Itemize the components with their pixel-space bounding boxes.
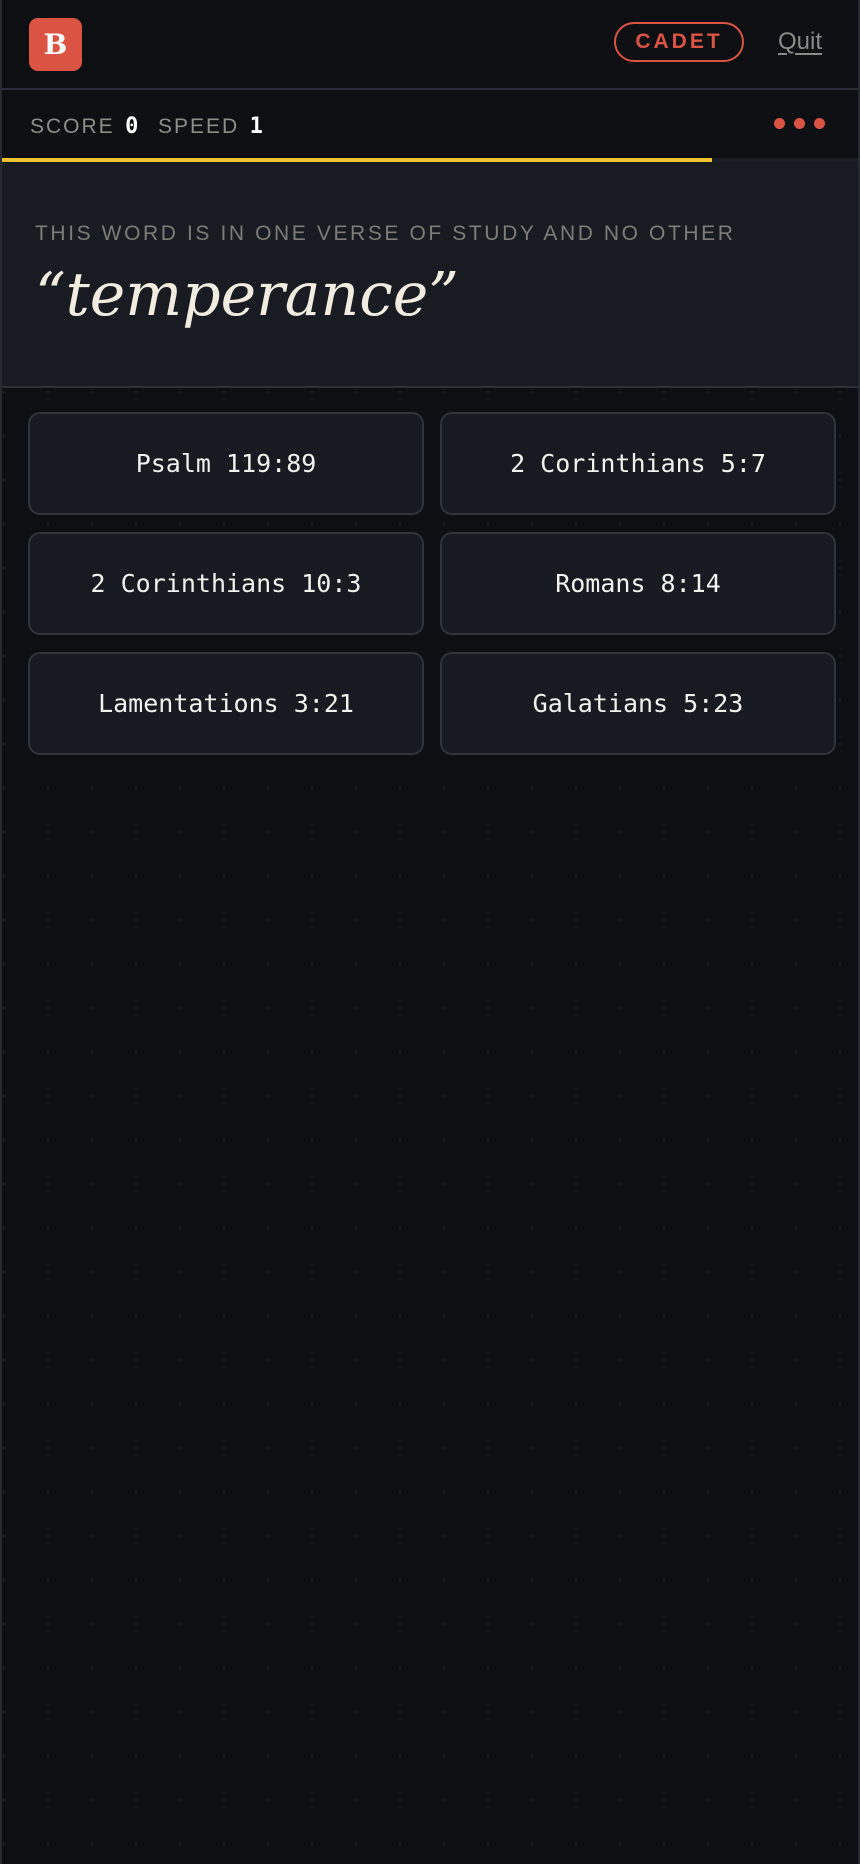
top-bar: B CADET Quit bbox=[2, 0, 858, 90]
score-display: SCORE 0 bbox=[30, 114, 138, 142]
life-dot bbox=[774, 118, 785, 129]
prompt-panel: THIS WORD IS IN ONE VERSE OF STUDY AND N… bbox=[2, 162, 858, 388]
answer-button[interactable]: 2 Corinthians 5:7 bbox=[440, 412, 836, 515]
answer-button[interactable]: 2 Corinthians 10:3 bbox=[28, 532, 424, 635]
answer-button[interactable]: Lamentations 3:21 bbox=[28, 652, 424, 755]
lives-indicator bbox=[774, 118, 825, 129]
speed-label: SPEED bbox=[158, 115, 240, 138]
answer-grid: Psalm 119:89 2 Corinthians 5:7 2 Corinth… bbox=[28, 412, 836, 755]
answer-button[interactable]: Romans 8:14 bbox=[440, 532, 836, 635]
rank-badge: CADET bbox=[614, 22, 744, 62]
app-logo: B bbox=[29, 18, 82, 71]
speed-display: SPEED 1 bbox=[158, 114, 263, 142]
prompt-instruction: THIS WORD IS IN ONE VERSE OF STUDY AND N… bbox=[35, 222, 736, 245]
score-value: 0 bbox=[125, 114, 139, 139]
score-label: SCORE bbox=[30, 115, 115, 138]
answer-button[interactable]: Galatians 5:23 bbox=[440, 652, 836, 755]
quit-link[interactable]: Quit bbox=[778, 28, 822, 56]
answer-button[interactable]: Psalm 119:89 bbox=[28, 412, 424, 515]
prompt-word: “temperance” bbox=[35, 260, 459, 330]
speed-value: 1 bbox=[249, 114, 263, 139]
life-dot bbox=[814, 118, 825, 129]
status-bar: SCORE 0 SPEED 1 bbox=[2, 90, 858, 160]
life-dot bbox=[794, 118, 805, 129]
